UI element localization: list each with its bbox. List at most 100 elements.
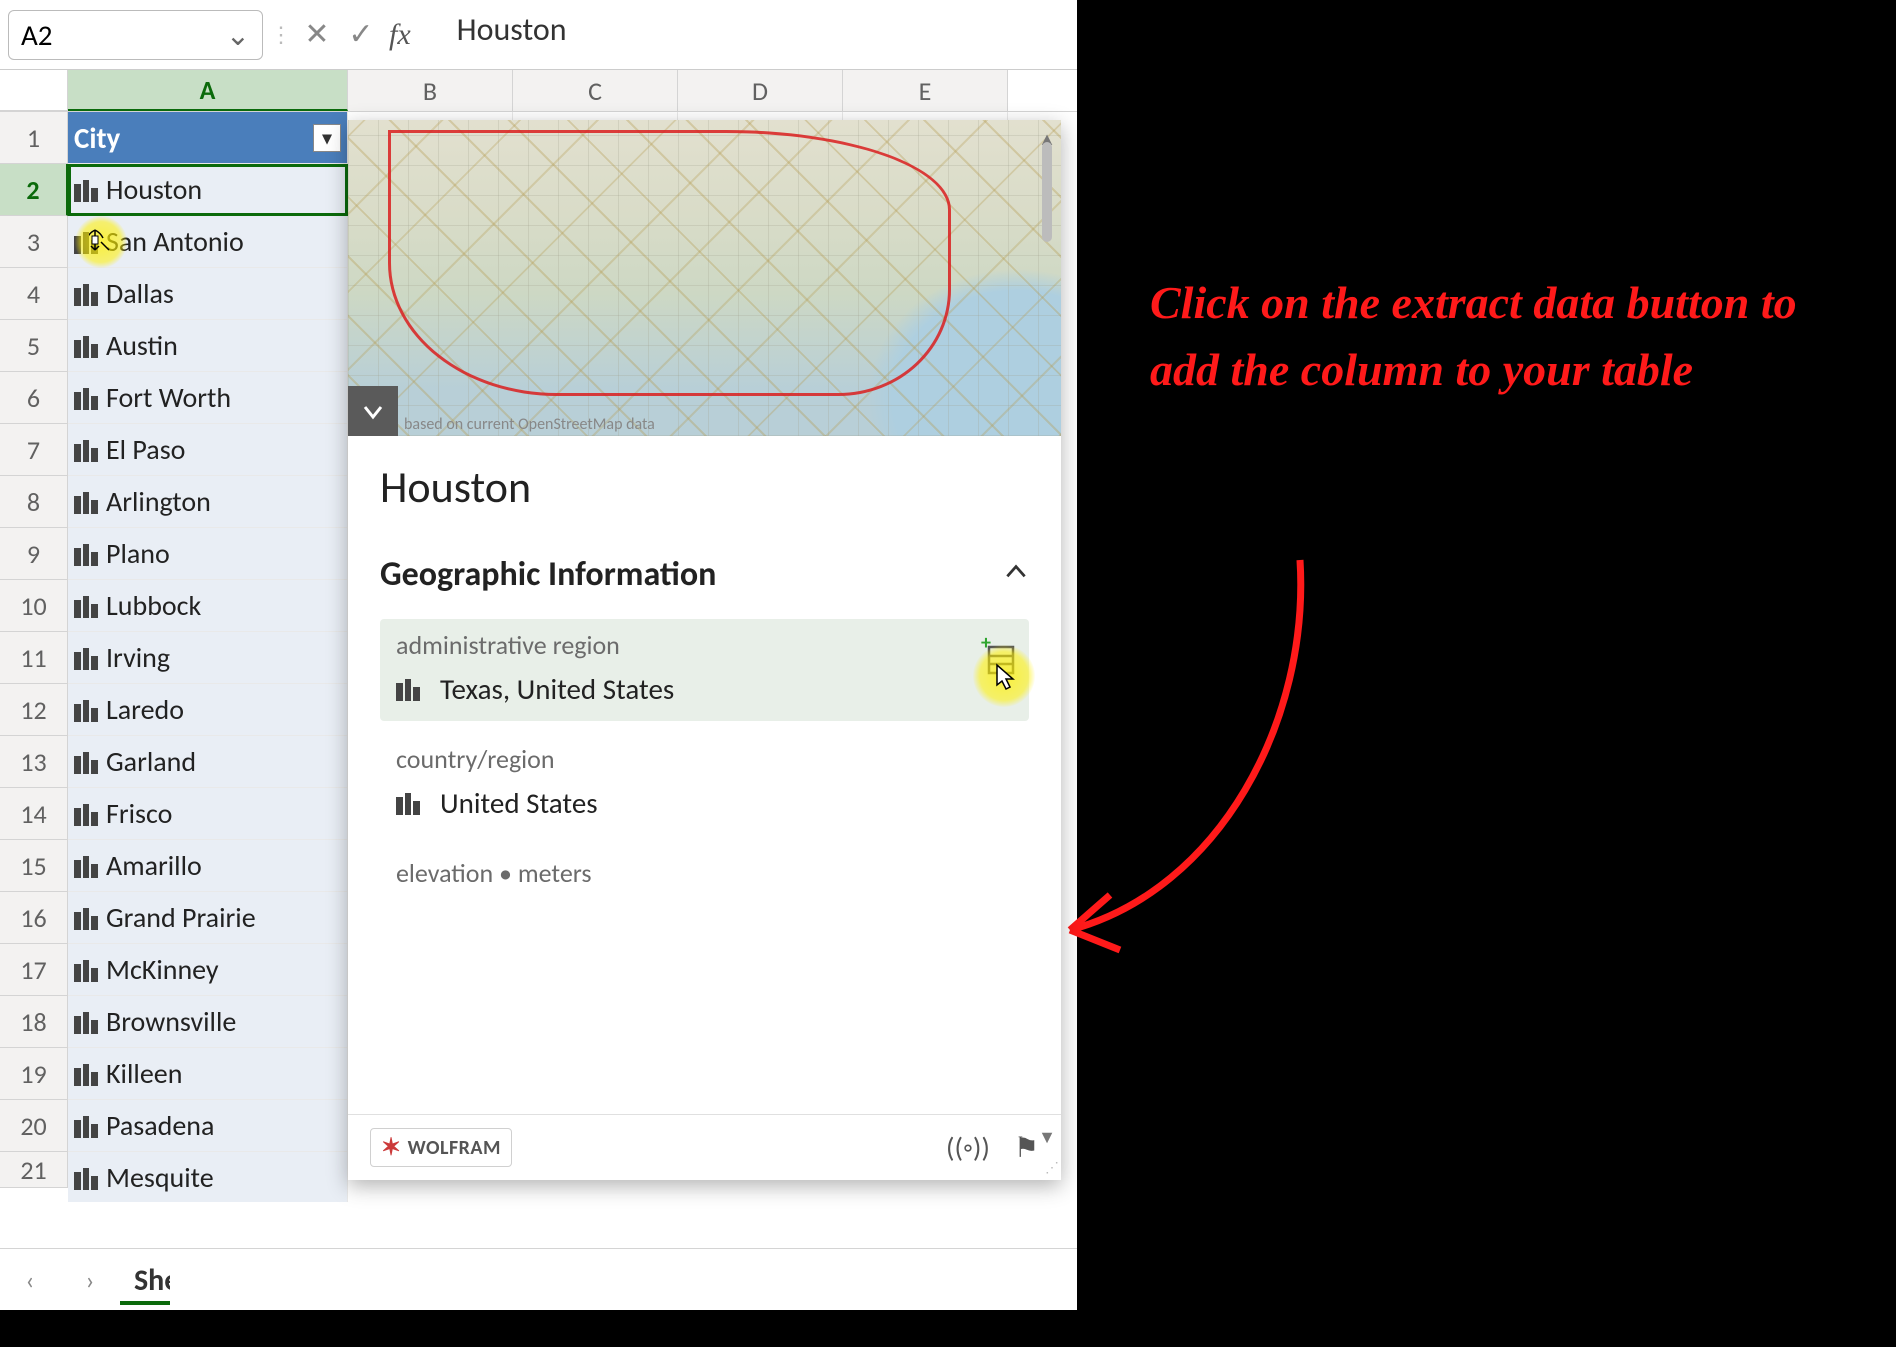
scroll-down-icon[interactable]: ▼ bbox=[1038, 1126, 1056, 1148]
cell-value: Plano bbox=[106, 536, 170, 571]
map-expand-button[interactable] bbox=[348, 386, 398, 436]
column-header-b[interactable]: B bbox=[348, 70, 513, 111]
data-cell[interactable]: Frisco bbox=[68, 788, 348, 840]
data-cell[interactable]: Garland bbox=[68, 736, 348, 788]
row-header[interactable]: 2 bbox=[0, 164, 68, 216]
name-box[interactable]: A2 ⌄ bbox=[8, 10, 263, 60]
data-cell[interactable]: Arlington bbox=[68, 476, 348, 528]
row-header[interactable]: 13 bbox=[0, 736, 68, 788]
column-header-c[interactable]: C bbox=[513, 70, 678, 111]
resize-grip[interactable]: ⋰ bbox=[1045, 1159, 1055, 1176]
sheet-tab[interactable]: Sheet1 bbox=[120, 1254, 170, 1305]
field-label: country/region bbox=[396, 743, 1013, 775]
signal-icon[interactable]: ((◦)) bbox=[946, 1130, 990, 1165]
cell-value: McKinney bbox=[106, 952, 219, 987]
data-cell[interactable]: McKinney bbox=[68, 944, 348, 996]
data-cell[interactable]: Plano bbox=[68, 528, 348, 580]
data-cell[interactable]: Dallas bbox=[68, 268, 348, 320]
data-cell[interactable]: Laredo bbox=[68, 684, 348, 736]
scroll-thumb[interactable] bbox=[1042, 142, 1052, 242]
column-header-e[interactable]: E bbox=[843, 70, 1008, 111]
geography-icon bbox=[74, 594, 98, 618]
column-header-d[interactable]: D bbox=[678, 70, 843, 111]
row-header[interactable]: 12 bbox=[0, 684, 68, 736]
svg-text:+: + bbox=[981, 631, 991, 655]
cell-value: Houston bbox=[106, 172, 202, 207]
row-header[interactable]: 9 bbox=[0, 528, 68, 580]
chevron-up-icon[interactable] bbox=[1003, 554, 1029, 595]
row-header[interactable]: 18 bbox=[0, 996, 68, 1048]
row-header[interactable]: 8 bbox=[0, 476, 68, 528]
field-value: Texas, United States bbox=[396, 671, 1013, 707]
name-box-value: A2 bbox=[21, 17, 52, 53]
cell-value: Fort Worth bbox=[106, 380, 231, 415]
geography-icon bbox=[396, 677, 420, 701]
geography-icon bbox=[74, 1166, 98, 1190]
extract-data-button[interactable]: + bbox=[975, 637, 1019, 681]
row-header[interactable]: 20 bbox=[0, 1100, 68, 1152]
row-header[interactable]: 17 bbox=[0, 944, 68, 996]
cell-value: Arlington bbox=[106, 484, 211, 519]
cancel-formula-button[interactable]: ✕ bbox=[299, 17, 335, 53]
table-header-label: City bbox=[74, 120, 120, 156]
row-header[interactable]: 19 bbox=[0, 1048, 68, 1100]
cell-value: Brownsville bbox=[106, 1004, 236, 1039]
divider: ⋮ bbox=[271, 21, 291, 48]
card-field[interactable]: administrative regionTexas, United State… bbox=[380, 619, 1029, 721]
row-header[interactable]: 11 bbox=[0, 632, 68, 684]
cell-value: Irving bbox=[106, 640, 170, 675]
row-header[interactable]: 5 bbox=[0, 320, 68, 372]
row-header[interactable]: 21 bbox=[0, 1152, 68, 1188]
wolfram-badge[interactable]: ✶ WOLFRAM bbox=[370, 1128, 512, 1167]
geography-icon bbox=[74, 178, 98, 202]
geography-icon bbox=[74, 542, 98, 566]
data-cell[interactable]: El Paso bbox=[68, 424, 348, 476]
fx-icon[interactable]: fx bbox=[389, 18, 411, 52]
sheet-prev-button[interactable]: ‹ bbox=[0, 1264, 60, 1296]
row-header[interactable]: 10 bbox=[0, 580, 68, 632]
flag-icon[interactable]: ⚑ bbox=[1014, 1130, 1039, 1165]
row-header[interactable]: 1 bbox=[0, 112, 68, 164]
data-cell[interactable]: Lubbock bbox=[68, 580, 348, 632]
card-field[interactable]: elevation • meters bbox=[380, 847, 1029, 913]
cell-value: Amarillo bbox=[106, 848, 202, 883]
geography-icon bbox=[74, 438, 98, 462]
card-field[interactable]: country/regionUnited States bbox=[380, 733, 1029, 835]
filter-button[interactable]: ▾ bbox=[313, 124, 341, 152]
table-header-cell[interactable]: City ▾ bbox=[68, 112, 348, 164]
data-cell[interactable]: Grand Prairie bbox=[68, 892, 348, 944]
row-header[interactable]: 3 bbox=[0, 216, 68, 268]
data-cell[interactable]: Mesquite bbox=[68, 1152, 348, 1202]
formula-bar: A2 ⌄ ⋮ ✕ ✓ fx Houston bbox=[0, 0, 1077, 70]
data-cell[interactable]: Brownsville bbox=[68, 996, 348, 1048]
geography-icon bbox=[74, 386, 98, 410]
card-map[interactable]: based on current OpenStreetMap data bbox=[348, 120, 1061, 436]
data-cell[interactable]: Houston bbox=[68, 164, 348, 216]
card-section-header[interactable]: Geographic Information bbox=[380, 554, 1029, 595]
geography-icon bbox=[74, 490, 98, 514]
data-cell[interactable]: Killeen bbox=[68, 1048, 348, 1100]
row-header[interactable]: 6 bbox=[0, 372, 68, 424]
geography-icon bbox=[74, 1010, 98, 1034]
row-header[interactable]: 15 bbox=[0, 840, 68, 892]
geography-icon bbox=[74, 230, 98, 254]
row-header[interactable]: 4 bbox=[0, 268, 68, 320]
row-header[interactable]: 14 bbox=[0, 788, 68, 840]
data-cell[interactable]: Amarillo bbox=[68, 840, 348, 892]
data-cell[interactable]: Austin bbox=[68, 320, 348, 372]
accept-formula-button[interactable]: ✓ bbox=[343, 17, 379, 53]
column-header-a[interactable]: A bbox=[68, 70, 348, 111]
chevron-down-icon[interactable]: ⌄ bbox=[226, 17, 250, 53]
row-header[interactable]: 7 bbox=[0, 424, 68, 476]
data-cell[interactable]: Pasadena bbox=[68, 1100, 348, 1152]
row-header[interactable]: 16 bbox=[0, 892, 68, 944]
geography-icon bbox=[74, 646, 98, 670]
formula-input[interactable]: Houston bbox=[427, 10, 1069, 60]
select-all-corner[interactable] bbox=[0, 70, 68, 111]
data-cell[interactable]: Irving bbox=[68, 632, 348, 684]
card-scrollbar[interactable]: ▲ ▼ bbox=[1037, 128, 1057, 1148]
sheet-next-button[interactable]: › bbox=[60, 1264, 120, 1296]
data-cell[interactable]: Fort Worth bbox=[68, 372, 348, 424]
data-cell[interactable]: San Antonio bbox=[68, 216, 348, 268]
geography-icon bbox=[74, 698, 98, 722]
